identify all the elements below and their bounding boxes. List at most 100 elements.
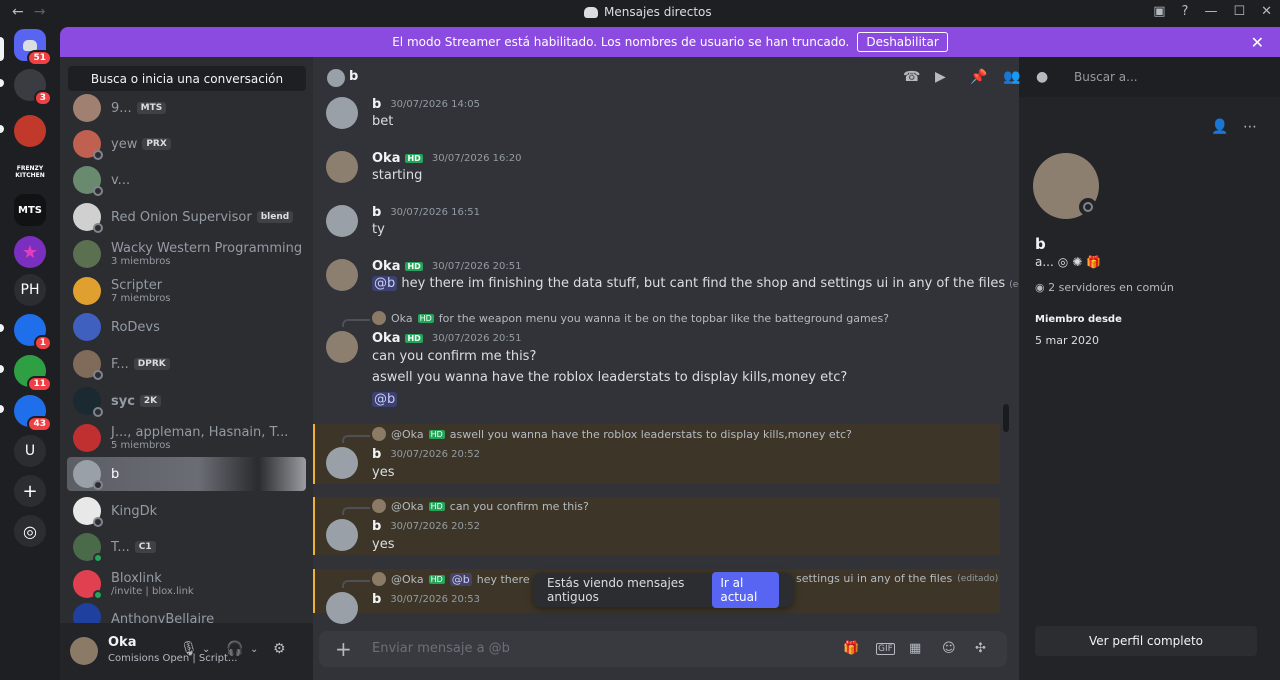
- dm-name: J..., appleman, Hasnain, T...: [111, 425, 289, 440]
- more-options-icon[interactable]: ⋯: [1243, 119, 1257, 135]
- user-profile-icon[interactable]: ●: [1036, 69, 1048, 85]
- message-author: b 30/07/2026 14:05: [372, 97, 480, 112]
- minimize-icon[interactable]: —: [1204, 4, 1217, 19]
- avatar[interactable]: [326, 97, 358, 129]
- user-mention[interactable]: @b: [372, 392, 398, 407]
- add-server-icon[interactable]: +: [14, 475, 46, 507]
- dm-item[interactable]: J..., appleman, Hasnain, T... 5 miembros: [67, 421, 306, 455]
- dm-item[interactable]: RoDevs: [67, 310, 306, 344]
- dm-item[interactable]: Bloxlink/invite | blox.link: [67, 567, 306, 601]
- author-name[interactable]: b: [372, 205, 381, 220]
- dm-search-button[interactable]: Busca o inicia una conversación: [68, 66, 306, 91]
- inbox-icon[interactable]: ▣: [1153, 4, 1165, 19]
- dm-item[interactable]: yew PRX: [67, 127, 306, 161]
- selected-pill: [0, 37, 4, 61]
- reply-preview[interactable]: Oka HD for the weapon menu you wanna it be…: [372, 311, 889, 325]
- avatar[interactable]: [326, 259, 358, 291]
- guild-item[interactable]: 3: [14, 69, 52, 106]
- search-input[interactable]: Buscar a...: [1068, 65, 1270, 90]
- discover-icon[interactable]: ◎: [14, 515, 46, 547]
- user-mention[interactable]: @b: [372, 276, 398, 291]
- guild-home[interactable]: 51: [14, 29, 52, 66]
- author-name[interactable]: Oka: [372, 331, 400, 346]
- server-tag: MTS: [136, 102, 167, 114]
- dm-item-active[interactable]: b: [67, 457, 306, 491]
- guild-mts[interactable]: MTS: [14, 194, 46, 226]
- gif-icon[interactable]: GIF: [876, 643, 895, 655]
- scrollbar[interactable]: [1003, 404, 1009, 432]
- user-name: Oka: [108, 635, 137, 650]
- reply-preview[interactable]: @Oka HD @b hey there: [372, 572, 530, 586]
- apps-icon[interactable]: ✣: [975, 641, 986, 656]
- avatar[interactable]: [326, 151, 358, 183]
- add-friends-icon[interactable]: 👥: [1003, 69, 1020, 85]
- maximize-icon[interactable]: ☐: [1233, 4, 1245, 19]
- guild-star[interactable]: ★: [14, 236, 46, 268]
- author-name[interactable]: b: [372, 519, 381, 534]
- chevron-down-icon[interactable]: ⌄: [250, 644, 258, 655]
- reply-text: aswell you wanna have the roblox leaders…: [449, 427, 852, 441]
- forward-icon[interactable]: →: [34, 4, 46, 20]
- guild-item[interactable]: 11: [14, 355, 52, 392]
- dm-item[interactable]: KingDk: [67, 494, 306, 528]
- dm-item[interactable]: F... DPRK: [67, 347, 306, 381]
- author-name[interactable]: b: [372, 97, 381, 112]
- close-icon[interactable]: ✕: [1251, 33, 1264, 52]
- avatar[interactable]: [326, 205, 358, 237]
- server-tag: 2K: [139, 395, 162, 407]
- emoji-icon[interactable]: ☺: [942, 641, 956, 656]
- microphone-icon[interactable]: 🎙: [180, 641, 198, 657]
- author-name[interactable]: Oka: [372, 259, 400, 274]
- server-tag: HD: [428, 501, 445, 511]
- headphones-icon[interactable]: 🎧: [226, 641, 243, 657]
- gift-icon[interactable]: 🎁: [843, 641, 859, 656]
- avatar[interactable]: [326, 331, 358, 363]
- dm-item[interactable]: T... C1: [67, 530, 306, 564]
- avatar[interactable]: [70, 637, 98, 665]
- author-name[interactable]: b: [372, 447, 381, 462]
- dm-item[interactable]: v...: [67, 163, 306, 197]
- guild-item[interactable]: 43: [14, 395, 52, 432]
- dm-item[interactable]: syc 2K: [67, 384, 306, 418]
- timestamp: 30/07/2026 16:51: [390, 207, 480, 218]
- back-icon[interactable]: ←: [12, 4, 24, 20]
- reply-preview[interactable]: @Oka HD aswell you wanna have the roblox l…: [372, 427, 852, 441]
- guild-item[interactable]: 1: [14, 314, 52, 351]
- avatar[interactable]: [326, 592, 358, 624]
- voice-call-icon[interactable]: ☎: [903, 69, 920, 85]
- view-full-profile-button[interactable]: Ver perfil completo: [1035, 626, 1257, 656]
- pin-icon[interactable]: 📌: [970, 69, 987, 85]
- sticker-icon[interactable]: ▦: [909, 641, 921, 656]
- add-friend-icon[interactable]: 👤: [1211, 119, 1228, 135]
- dm-item[interactable]: Wacky Western Programming 3 miembros: [67, 237, 306, 271]
- video-call-icon[interactable]: ▶: [935, 69, 946, 85]
- disable-streamer-button[interactable]: Deshabilitar: [857, 32, 948, 52]
- chevron-down-icon[interactable]: ⌄: [202, 644, 210, 655]
- gear-icon[interactable]: ⚙: [273, 641, 286, 657]
- message-composer[interactable]: + Enviar mensaje a @b 🎁 GIF ▦ ☺ ✣: [319, 631, 1007, 667]
- timestamp: 30/07/2026 20:52: [390, 449, 480, 460]
- guild-u[interactable]: U: [14, 435, 46, 467]
- author-name[interactable]: Oka: [372, 151, 400, 166]
- add-attachment-icon[interactable]: +: [335, 637, 352, 661]
- author-name[interactable]: b: [372, 592, 381, 607]
- avatar[interactable]: [326, 447, 358, 479]
- reply-preview[interactable]: @Oka HD can you confirm me this?: [372, 499, 589, 513]
- dm-item[interactable]: Scripter 7 miembros: [67, 274, 306, 308]
- guild-ph[interactable]: PH: [14, 274, 46, 306]
- mutual-servers[interactable]: ◉ 2 servidores en común: [1035, 281, 1174, 294]
- avatar: [73, 277, 101, 305]
- guild-frenzy-kitchen[interactable]: FRENZY KITCHEN: [14, 156, 46, 188]
- dm-item[interactable]: Red Onion Supervisor blend: [67, 200, 306, 234]
- close-icon[interactable]: ✕: [1261, 4, 1272, 19]
- toast-text: Estás viendo mensajes antiguos: [547, 576, 685, 604]
- dm-item[interactable]: 9... MTS: [67, 91, 306, 125]
- dm-item[interactable]: AnthonyBellaire: [67, 603, 306, 623]
- avatar[interactable]: [326, 519, 358, 551]
- jump-to-present-button[interactable]: Ir al actual: [712, 572, 779, 608]
- guild-item[interactable]: [14, 115, 46, 147]
- dm-name: b: [111, 466, 120, 482]
- message-input[interactable]: Enviar mensaje a @b: [372, 641, 510, 656]
- help-icon[interactable]: ?: [1182, 4, 1189, 19]
- guild-badge: 1: [33, 335, 52, 351]
